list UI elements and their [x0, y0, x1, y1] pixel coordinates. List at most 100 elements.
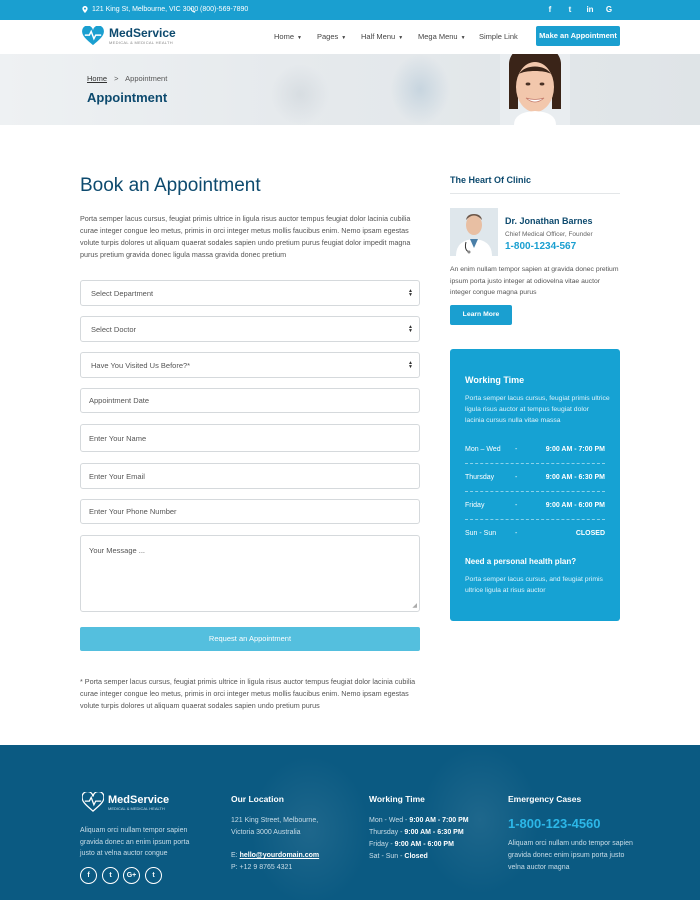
facebook-icon[interactable]: f	[80, 867, 97, 884]
nav-half-menu[interactable]: Half Menu ▼	[361, 32, 403, 41]
phone-field[interactable]: Enter Your Phone Number	[80, 499, 420, 524]
footer-hours-day: Friday -	[369, 841, 395, 848]
hours-day: Mon – Wed	[465, 446, 501, 453]
nav-simple-link[interactable]: Simple Link	[479, 32, 518, 41]
chevron-down-icon: ▼	[297, 35, 302, 41]
hours-dash: -	[515, 502, 518, 509]
address-info: 121 King St, Melbourne, VIC 3000	[82, 6, 198, 13]
message-textarea[interactable]: Your Message ... ◢	[80, 535, 420, 612]
footer-hours-list: Mon - Wed - 9:00 AM - 7:00 PM Thursday -…	[369, 815, 469, 863]
footer-hours-row: Thursday - 9:00 AM - 6:30 PM	[369, 827, 469, 839]
email-placeholder: Enter Your Email	[89, 471, 145, 481]
location-line: 121 King Street, Melbourne,	[231, 817, 319, 824]
chevron-down-icon: ▼	[341, 35, 347, 41]
working-time-title: Working Time	[465, 375, 525, 385]
tumblr-icon[interactable]: t	[145, 867, 162, 884]
footer-logo-tagline: MEDICAL & MEDICAL HEALTH	[108, 805, 165, 811]
doctor-select[interactable]: Select Doctor ▲ ▼	[80, 316, 420, 342]
doctor-name: Dr. Jonathan Barnes	[505, 216, 593, 226]
hours-time: 9:00 AM - 6:00 PM	[545, 502, 605, 509]
hours-row: Thursday - 9:00 AM - 6:30 PM	[465, 464, 605, 492]
hours-time: 9:00 AM - 7:00 PM	[545, 446, 605, 453]
footer-hours-day: Sat - Sun -	[369, 853, 405, 860]
footer-hours-day: Thursday -	[369, 829, 405, 836]
google-plus-icon[interactable]: G+	[123, 867, 140, 884]
hours-day: Sun - Sun	[465, 530, 497, 537]
select-arrows-icon: ▲ ▼	[408, 288, 413, 298]
hours-row: Friday - 9:00 AM - 6:00 PM	[465, 492, 605, 520]
footer-logo[interactable]: MedService MEDICAL & MEDICAL HEALTH	[82, 792, 169, 812]
footer-hours-row: Mon - Wed - 9:00 AM - 7:00 PM	[369, 815, 469, 827]
form-intro-text: Porta semper lacus cursus, feugiat primi…	[80, 214, 411, 259]
main-header: MedService MEDICAL & MEDICAL HEALTH Home…	[0, 20, 700, 54]
name-placeholder: Enter Your Name	[89, 433, 147, 443]
logo-name: MedService	[109, 26, 176, 40]
phone-text: (800)-569-7890	[200, 6, 249, 13]
nav-home[interactable]: Home ▼	[274, 32, 302, 41]
hours-day: Thursday	[465, 474, 495, 481]
request-appointment-button[interactable]: Request an Appointment	[80, 627, 420, 651]
hours-time: CLOSED	[575, 530, 605, 537]
hours-day: Friday	[465, 502, 485, 509]
doctor-description: An enim nullam tempor sapien at gravida …	[450, 266, 619, 296]
name-field[interactable]: Enter Your Name	[80, 424, 420, 452]
footer-hours-day: Mon - Wed -	[369, 817, 410, 824]
footer-hours-time: 9:00 AM - 7:00 PM	[409, 817, 469, 824]
footer-hours-row: Friday - 9:00 AM - 6:00 PM	[369, 839, 469, 851]
doctor-phone[interactable]: 1-800-1234-567	[505, 241, 576, 252]
working-time-box: Working Time Porta semper lacus cursus, …	[450, 349, 620, 621]
page-title: Appointment	[87, 90, 168, 105]
department-select[interactable]: Select Department ▲ ▼	[80, 280, 420, 306]
logo-tagline: MEDICAL & MEDICAL HEALTH	[109, 40, 173, 45]
emergency-phone[interactable]: 1-800-123-4560	[508, 816, 601, 831]
email-field[interactable]: Enter Your Email	[80, 463, 420, 489]
google-icon[interactable]: G	[603, 5, 615, 14]
book-appointment-heading: Book an Appointment	[80, 175, 261, 196]
location-line: Victoria 3000 Australia	[231, 829, 301, 836]
site-logo[interactable]: MedService MEDICAL & MEDICAL HEALTH	[82, 26, 176, 46]
visited-before-select[interactable]: Have You Visited Us Before?* ▲ ▼	[80, 352, 420, 378]
nav-mega-menu[interactable]: Mega Menu ▼	[418, 32, 466, 41]
doctor-select-value: Select Doctor	[91, 324, 137, 334]
select-arrows-icon: ▲ ▼	[408, 360, 413, 370]
make-appointment-button[interactable]: Make an Appointment	[536, 26, 620, 46]
location-address: 121 King Street, Melbourne, Victoria 300…	[231, 815, 319, 874]
heart-pulse-logo-icon	[82, 792, 104, 812]
doctor-role: Chief Medical Officer, Founder	[505, 231, 593, 238]
footer-hours-time: 9:00 AM - 6:30 PM	[404, 829, 464, 836]
twitter-icon[interactable]: t	[102, 867, 119, 884]
learn-more-button[interactable]: Learn More	[450, 305, 512, 325]
smiling-doctor-image	[500, 54, 570, 125]
hours-row: Mon – Wed - 9:00 AM - 7:00 PM	[465, 436, 605, 464]
hours-row: Sun - Sun - CLOSED	[465, 520, 605, 548]
breadcrumb-home-link[interactable]: Home	[87, 74, 107, 83]
emergency-text: Aliquam orci nullam undo tempor sapien g…	[508, 840, 633, 871]
divider	[450, 193, 620, 194]
nav-mega-menu-label: Mega Menu	[418, 32, 458, 41]
appointment-date-field[interactable]: Appointment Date	[80, 388, 420, 413]
breadcrumb-separator: >	[114, 74, 119, 83]
health-plan-text: Porta semper lacus cursus, and feugiat p…	[465, 576, 603, 594]
nav-home-label: Home	[274, 32, 295, 41]
hours-time: 9:00 AM - 6:30 PM	[545, 474, 605, 481]
heart-of-clinic-title: The Heart Of Clinic	[450, 175, 532, 185]
facebook-icon[interactable]: f	[544, 5, 556, 14]
page-banner: Home > Appointment Appointment	[0, 54, 700, 125]
breadcrumb-current: Appointment	[125, 74, 168, 83]
twitter-icon[interactable]: t	[564, 5, 576, 14]
nav-pages-label: Pages	[317, 32, 339, 41]
nav-pages[interactable]: Pages ▼	[317, 32, 346, 41]
select-arrows-icon: ▲ ▼	[408, 324, 413, 334]
footer-email-link[interactable]: hello@yourdomain.com	[240, 852, 320, 859]
appointment-date-placeholder: Appointment Date	[89, 396, 150, 405]
resize-grip-icon[interactable]: ◢	[412, 602, 417, 609]
site-footer: MedService MEDICAL & MEDICAL HEALTH Aliq…	[0, 745, 700, 900]
footer-hours-title: Working Time	[369, 794, 425, 804]
doctor-avatar	[450, 208, 498, 256]
hours-dash: -	[515, 530, 518, 537]
top-bar: 121 King St, Melbourne, VIC 3000 (800)-5…	[0, 0, 700, 20]
linkedin-icon[interactable]: in	[584, 5, 596, 14]
heart-pulse-logo-icon	[82, 26, 104, 46]
breadcrumb: Home > Appointment	[87, 74, 167, 83]
department-select-value: Select Department	[91, 288, 154, 298]
